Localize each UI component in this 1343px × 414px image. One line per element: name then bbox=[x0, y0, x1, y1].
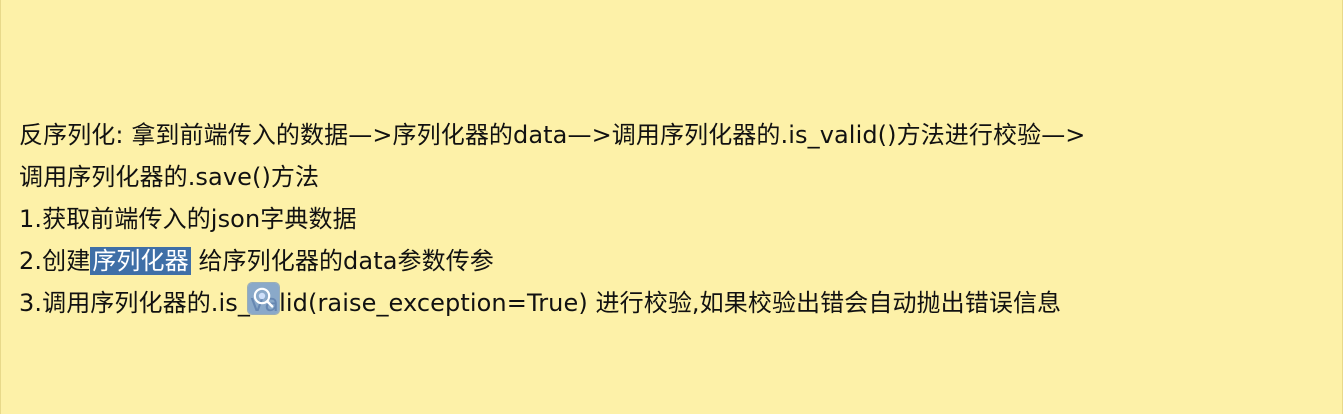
text-line-2: 调用序列化器的.save()方法 bbox=[19, 163, 320, 191]
text-line-5: 3.调用序列化器的.is_valid(raise_exception=True)… bbox=[19, 289, 1062, 317]
text-line-4-suffix: 给序列化器的data参数传参 bbox=[190, 247, 494, 275]
text-line-1: 反序列化: 拿到前端传入的数据—>序列化器的data—>调用序列化器的.is_v… bbox=[19, 121, 1086, 149]
search-icon[interactable] bbox=[248, 283, 279, 314]
document-page: 反序列化: 拿到前端传入的数据—>序列化器的data—>调用序列化器的.is_v… bbox=[0, 0, 1343, 414]
selected-text[interactable]: 序列化器 bbox=[90, 247, 191, 275]
document-text-area: 反序列化: 拿到前端传入的数据—>序列化器的data—>调用序列化器的.is_v… bbox=[19, 114, 1329, 324]
text-line-3: 1.获取前端传入的json字典数据 bbox=[19, 205, 357, 233]
text-line-4: 2.创建序列化器 给序列化器的data参数传参 bbox=[19, 240, 1329, 282]
text-line-4-prefix: 2.创建 bbox=[19, 247, 91, 275]
